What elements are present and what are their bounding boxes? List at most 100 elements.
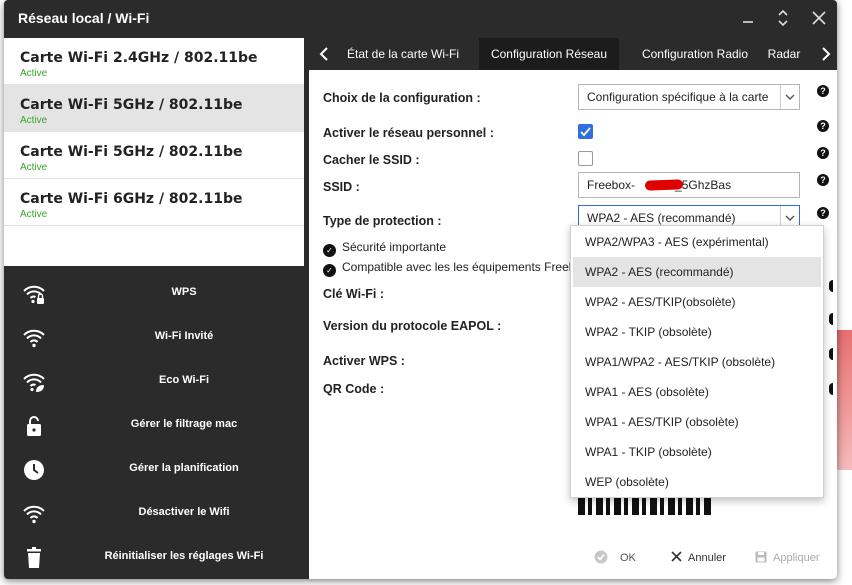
tab-scroll-right[interactable]	[815, 38, 837, 70]
ok-button[interactable]: OK	[594, 548, 636, 568]
dropdown-option[interactable]: WPA2 - TKIP (obsolète)	[573, 317, 821, 347]
help-icon-partial[interactable]	[829, 280, 833, 292]
dropdown-option[interactable]: WPA1 - AES/TKIP (obsolète)	[573, 407, 821, 437]
activate-wps-label: Activer WPS :	[323, 354, 405, 368]
compat-note: ✓ Compatible avec les les équipements Fre…	[323, 260, 582, 277]
action-schedule[interactable]: Gérer la planification	[4, 448, 304, 492]
ssid-label: SSID :	[323, 180, 360, 194]
wifi-card-list: Carte Wi-Fi 2.4GHz / 802.11be Active Car…	[4, 38, 304, 266]
cancel-button[interactable]: Annuler	[671, 548, 726, 568]
window-title: Réseau local / Wi-Fi	[18, 10, 150, 26]
wifi-card-2-4ghz[interactable]: Carte Wi-Fi 2.4GHz / 802.11be Active	[4, 38, 304, 85]
security-note-text: Sécurité importante	[342, 240, 447, 254]
tab-card-status[interactable]: État de la carte Wi-Fi	[339, 38, 467, 70]
wifi-card-6ghz[interactable]: Carte Wi-Fi 6GHz / 802.11be Active	[4, 179, 304, 226]
compat-note-text: Compatible avec les les équipements Free…	[342, 260, 583, 274]
ssid-input[interactable]: Freebox- _5GhzBas	[578, 172, 800, 198]
tab-network-config[interactable]: Configuration Réseau	[479, 38, 619, 70]
chevron-right-icon	[822, 47, 831, 61]
hide-ssid-checkbox[interactable]	[578, 151, 593, 166]
dropdown-option[interactable]: WPA2/WPA3 - AES (expérimental)	[573, 227, 821, 257]
action-label: WPS	[171, 286, 197, 298]
help-icon[interactable]: ?	[817, 147, 829, 159]
apply-button[interactable]: Appliquer	[755, 548, 819, 568]
action-label: Gérer la planification	[129, 462, 239, 474]
action-reset-wifi[interactable]: Réinitialiser les réglages Wi-Fi	[4, 536, 304, 579]
action-disable-wifi[interactable]: Désactiver le Wifi	[4, 492, 304, 536]
wifi-eco-icon	[23, 373, 45, 392]
dropdown-option[interactable]: WEP (obsolète)	[573, 467, 821, 497]
trash-icon	[27, 547, 41, 568]
action-wps[interactable]: WPS	[4, 272, 304, 316]
card-title: Carte Wi-Fi 6GHz / 802.11be	[20, 191, 243, 207]
action-guest-wifi[interactable]: Wi-Fi Invité	[4, 316, 304, 360]
tab-bar: État de la carte Wi-Fi Configuration Rés…	[309, 38, 837, 70]
help-icon-partial[interactable]	[829, 313, 833, 325]
card-status: Active	[20, 68, 48, 79]
action-label: Eco Wi-Fi	[158, 374, 209, 386]
minimize-button[interactable]	[736, 6, 760, 30]
security-note: ✓ Sécurité importante	[323, 240, 446, 257]
hide-ssid-label: Cacher le SSID :	[323, 153, 420, 167]
action-label: Wi-Fi Invité	[154, 330, 214, 342]
tab-radio-config[interactable]: Configuration Radio	[625, 38, 765, 70]
action-label: Gérer le filtrage mac	[130, 418, 238, 430]
check-circle-icon: ✓	[323, 264, 336, 277]
chevron-up-down-icon	[778, 9, 788, 27]
chevron-left-icon	[319, 47, 328, 61]
check-circle-icon	[594, 550, 608, 564]
help-icon-partial[interactable]	[829, 383, 833, 395]
wifi-icon	[23, 329, 45, 348]
dropdown-option-selected[interactable]: WPA2 - AES (recommandé)	[573, 257, 821, 287]
save-icon	[755, 551, 767, 563]
config-choice-select[interactable]: Configuration spécifique à la carte	[578, 84, 800, 110]
card-title: Carte Wi-Fi 2.4GHz / 802.11be	[20, 50, 258, 66]
resize-button[interactable]	[771, 6, 795, 30]
action-label: Désactiver le Wifi	[138, 506, 230, 518]
dropdown-option[interactable]: WPA1 - TKIP (obsolète)	[573, 437, 821, 467]
help-icon[interactable]: ?	[817, 174, 829, 186]
help-icon-partial[interactable]	[829, 348, 833, 360]
redaction-scribble	[644, 179, 684, 191]
help-icon[interactable]: ?	[817, 85, 829, 97]
eapol-version-label: Version du protocole EAPOL :	[323, 319, 502, 333]
close-icon	[812, 11, 826, 25]
config-choice-label: Choix de la configuration :	[323, 91, 481, 105]
card-status: Active	[20, 209, 48, 220]
protection-type-dropdown: WPA2/WPA3 - AES (expérimental) WPA2 - AE…	[570, 225, 824, 498]
ssid-prefix: Freebox-	[587, 178, 636, 192]
tab-scroll-left[interactable]	[313, 38, 335, 70]
apply-label: Appliquer	[773, 552, 820, 564]
dropdown-option[interactable]: WPA1 - AES (obsolète)	[573, 377, 821, 407]
wifi-lock-icon	[23, 285, 45, 304]
help-icon[interactable]: ?	[817, 207, 829, 219]
action-mac-filter[interactable]: Gérer le filtrage mac	[4, 404, 304, 448]
card-status: Active	[20, 115, 48, 126]
dropdown-option[interactable]: WPA2 - AES/TKIP(obsolète)	[573, 287, 821, 317]
wifi-icon	[23, 505, 45, 524]
minimize-icon	[743, 21, 753, 23]
wifi-key-label: Clé Wi-Fi :	[323, 287, 384, 301]
ssid-suffix: _5GhzBas	[675, 178, 732, 192]
qr-code-label: QR Code :	[323, 382, 385, 396]
enable-network-checkbox[interactable]	[578, 124, 593, 139]
card-title: Carte Wi-Fi 5GHz / 802.11be	[20, 144, 243, 160]
clock-icon	[24, 460, 44, 480]
protection-type-label: Type de protection :	[323, 214, 442, 228]
action-eco-wifi[interactable]: Eco Wi-Fi	[4, 360, 304, 404]
cancel-label: Annuler	[688, 552, 726, 564]
close-button[interactable]	[807, 6, 831, 30]
config-choice-value: Configuration spécifique à la carte	[587, 90, 769, 104]
dropdown-option[interactable]: WPA1/WPA2 - AES/TKIP (obsolète)	[573, 347, 821, 377]
check-icon	[580, 127, 591, 137]
enable-network-label: Activer le réseau personnel :	[323, 126, 494, 140]
close-icon	[671, 551, 682, 562]
protection-type-value: WPA2 - AES (recommandé)	[587, 211, 736, 225]
wifi-card-5ghz[interactable]: Carte Wi-Fi 5GHz / 802.11be Active	[4, 132, 304, 179]
tab-radar[interactable]: Radar	[765, 38, 803, 70]
sidebar: Carte Wi-Fi 2.4GHz / 802.11be Active Car…	[4, 38, 304, 579]
wifi-card-5ghz-selected[interactable]: Carte Wi-Fi 5GHz / 802.11be Active	[4, 85, 304, 132]
ok-label: OK	[620, 552, 636, 564]
card-title: Carte Wi-Fi 5GHz / 802.11be	[20, 97, 243, 113]
help-icon[interactable]: ?	[817, 120, 829, 132]
